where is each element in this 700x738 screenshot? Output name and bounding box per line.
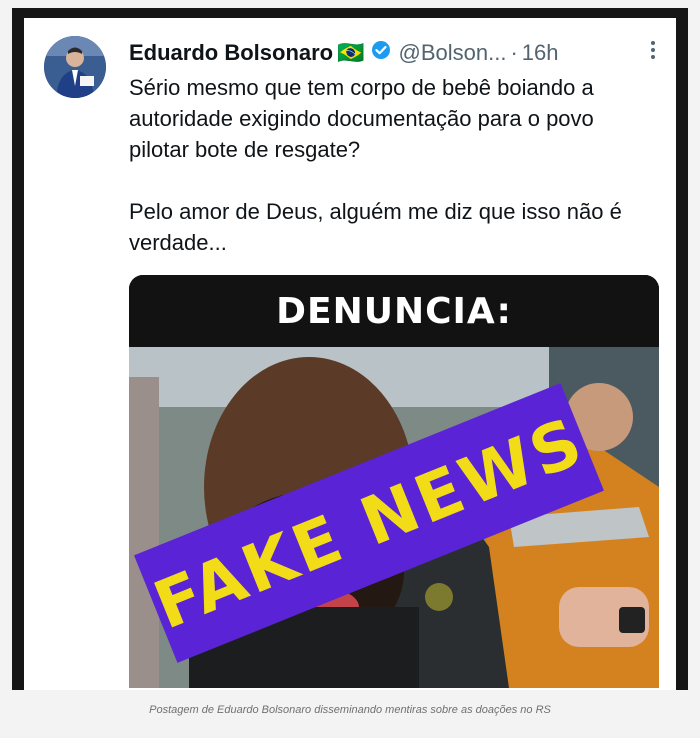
tweet-media[interactable]: DENUNCIA: FAKE NEWS <box>129 275 659 688</box>
tweet-card[interactable]: Eduardo Bolsonaro 🇧🇷 @Bolson... · 16h Sé… <box>24 18 676 690</box>
tweet-timestamp[interactable]: 16h <box>522 40 559 66</box>
display-name[interactable]: Eduardo Bolsonaro <box>129 40 333 66</box>
brazil-flag-icon: 🇧🇷 <box>337 40 365 65</box>
tweet-header: Eduardo Bolsonaro 🇧🇷 @Bolson... · 16h <box>129 36 656 70</box>
user-handle[interactable]: @Bolson... <box>399 40 507 66</box>
media-banner: DENUNCIA: <box>129 275 659 347</box>
avatar[interactable] <box>44 36 106 98</box>
tweet-text: Sério mesmo que tem corpo de bebê boiand… <box>129 72 659 258</box>
separator-dot: · <box>510 40 518 65</box>
verified-badge-icon <box>371 40 391 66</box>
tweet-paragraph: Sério mesmo que tem corpo de bebê boiand… <box>129 75 594 162</box>
image-caption: Postagem de Eduardo Bolsonaro disseminan… <box>149 704 551 716</box>
more-options-icon[interactable] <box>650 40 656 66</box>
banner-text: DENUNCIA: <box>276 290 512 332</box>
tweet-paragraph: Pelo amor de Deus, alguém me diz que iss… <box>129 199 622 255</box>
